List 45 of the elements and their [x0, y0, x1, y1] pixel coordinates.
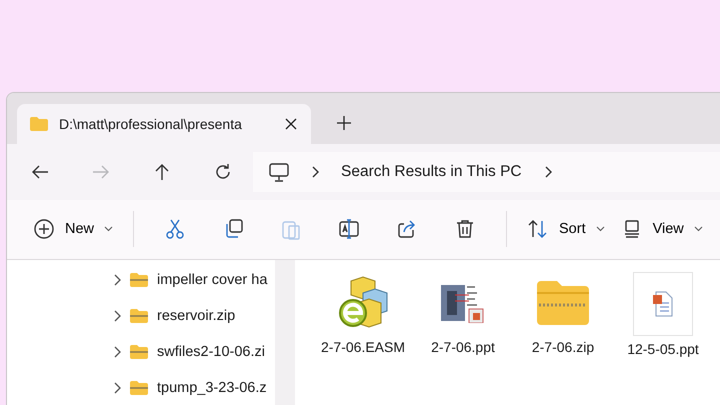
expand-chevron-icon[interactable]: [113, 274, 121, 286]
cut-icon: [164, 218, 186, 240]
folder-tree-item[interactable]: reservoir.zip: [7, 298, 275, 334]
slide-thumbnail-icon: [441, 282, 485, 323]
file-item[interactable]: 2-7-06.EASM: [315, 272, 411, 358]
folder-tree-item[interactable]: tpump_3-23-06.z: [7, 370, 275, 405]
new-button[interactable]: New: [25, 209, 122, 250]
chevron-icon[interactable]: [544, 166, 552, 178]
caret-icon: [596, 226, 605, 232]
file-item[interactable]: 2-7-06.zip: [515, 272, 611, 358]
folder-tab[interactable]: D:\matt\professional\presenta: [17, 104, 311, 144]
file-name: 12-5-05.ppt: [626, 340, 700, 359]
zip-folder-icon: [129, 308, 149, 324]
zip-folder-icon: [129, 272, 149, 288]
file-item[interactable]: 2-7-06.ppt: [415, 272, 511, 358]
expand-chevron-icon[interactable]: [113, 310, 121, 322]
folder-tree-item[interactable]: swfiles2-10-06.zi: [7, 334, 275, 370]
sort-icon: [527, 218, 550, 240]
address-bar[interactable]: Search Results in This PC: [253, 152, 720, 192]
sort-button[interactable]: Sort: [519, 209, 613, 250]
rename-icon: [338, 218, 360, 240]
new-icon: [33, 218, 55, 240]
close-icon[interactable]: [285, 118, 297, 130]
chevron-icon[interactable]: [311, 166, 319, 178]
zip-folder-icon: [535, 278, 591, 327]
tab-title: D:\matt\professional\presenta: [59, 116, 243, 132]
zip-folder-icon: [129, 380, 149, 396]
file-name: 2-7-06.EASM: [320, 338, 406, 357]
caret-icon: [104, 226, 114, 232]
monitor-icon: [269, 162, 289, 182]
file-item[interactable]: 12-5-05.ppt: [615, 272, 711, 360]
zip-folder-icon: [129, 344, 149, 360]
up-arrow-icon[interactable]: [153, 163, 171, 182]
breadcrumb[interactable]: Search Results in This PC: [341, 163, 522, 182]
folder-icon: [29, 116, 49, 132]
caret-icon: [694, 226, 703, 232]
expand-chevron-icon[interactable]: [113, 346, 121, 358]
view-button[interactable]: View: [612, 209, 711, 250]
refresh-icon[interactable]: [214, 163, 232, 182]
folder-tree-item[interactable]: impeller cover ha: [7, 262, 275, 298]
file-name: 2-7-06.zip: [530, 338, 596, 357]
expand-chevron-icon[interactable]: [113, 382, 121, 394]
new-tab-icon[interactable]: [337, 116, 351, 130]
file-name: 2-7-06.ppt: [430, 338, 496, 357]
document-icon: [652, 290, 674, 317]
